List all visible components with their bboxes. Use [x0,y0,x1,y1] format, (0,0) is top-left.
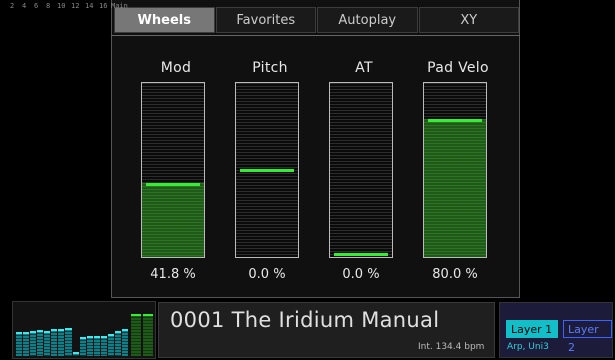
mixer-channel-bar [121,329,128,356]
mixer-channel-peak [37,330,44,332]
at-meter-title: AT [355,60,373,76]
pitch-meter-value: 0.0 % [248,267,286,282]
mixer-channel-bar [30,331,37,356]
mixer-channel-bar [58,329,65,356]
main-output-peak [131,314,141,316]
mixer-channel-label: 16 [99,2,108,10]
patch-name: 0001 The Iridium Manual [170,308,440,332]
tab-bar: Wheels Favorites Autoplay XY [114,7,519,33]
mixer-channel-label: 6 [34,2,39,10]
mod-meter-fill [142,183,204,257]
mixer-channel-bar [86,336,93,356]
mixer-channel-bar [65,328,72,356]
mixer-channel-peak [58,329,65,331]
mixer-channel-bar [51,329,58,356]
mixer-channel-bar [72,352,79,356]
mixer-channel-peak [51,329,58,331]
at-meter-level-line [334,253,388,256]
mixer-channel-peak [44,331,51,333]
tab-divider [111,35,520,36]
mixer-channel-bar [44,331,51,356]
tab-favorites[interactable]: Favorites [215,7,316,33]
pad-velo-meter-fill [424,119,486,257]
mixer-channel-label: 14 [85,2,94,10]
mixer-channel-bar [93,336,100,356]
layer-2-button[interactable]: Layer 2 [563,320,612,354]
mixer-channel-peak [121,329,128,331]
tab-xy[interactable]: XY [418,7,519,33]
mixer-channel-bar [79,337,86,356]
mixer-channel-label: 2 [10,2,15,10]
mixer-channel-peak [72,352,79,354]
mod-meter-box[interactable] [141,82,205,258]
pitch-meter-level-line [240,169,294,172]
tab-autoplay[interactable]: Autoplay [317,7,418,33]
pad-velo-meter-box[interactable] [423,82,487,258]
mixer-channel-bar [23,332,30,356]
mixer-channel-bar [37,330,44,356]
mixer-channel-label: 10 [57,2,66,10]
arp-status: Arp, Uni3 [507,342,549,352]
pad-velo-meter-value: 80.0 % [432,267,478,282]
mixer-channel-peak [93,336,100,338]
mixer-channel-bar [16,332,23,356]
mixer-channel-peak [65,328,72,330]
mixer-channel-peak [16,332,23,334]
mixer-channel-bar [100,336,107,356]
mixer-channel-label: 12 [71,2,80,10]
main-output-meter [131,310,153,356]
mixer-channel-peak [79,337,86,339]
pitch-meter-box[interactable] [235,82,299,258]
mixer-channel-peak [86,336,93,338]
mixer-channel-peak [30,331,37,333]
at-meter[interactable]: AT 0.0 % [329,59,399,282]
pad-velo-meter-title: Pad Velo [427,60,489,76]
mixer-channel-bars [16,322,128,356]
mixer-channel-bar [107,334,114,356]
mod-meter-level-line [146,183,200,186]
layer-1-button[interactable]: Layer 1 [506,320,558,338]
pitch-meter[interactable]: Pitch 0.0 % [235,59,305,282]
main-output-bar [131,314,141,356]
at-meter-box[interactable] [329,82,393,258]
main-output-peak [143,314,153,316]
pitch-meter-title: Pitch [252,60,288,76]
pad-velo-meter-level-line [428,119,482,122]
main-output-bar [143,314,153,356]
mod-meter-value: 41.8 % [150,267,196,282]
mixer-channel-labels: 2 4 6 8 10 12 14 16 Main [10,2,148,11]
mixer-channel-peak [107,334,114,336]
mixer-channel-peak [23,332,30,334]
mod-meter[interactable]: Mod 41.8 % [141,59,211,282]
mixer-channel-label: Main [111,2,128,10]
mod-meter-title: Mod [160,60,192,76]
mixer-channel-peak [114,331,121,333]
mixer-channel-label: 8 [46,2,51,10]
tempo-readout: Int. 134.4 bpm [418,342,485,352]
pad-velo-meter[interactable]: Pad Velo 80.0 % [423,59,493,282]
mixer-channel-bar [114,331,121,356]
at-meter-value: 0.0 % [342,267,380,282]
mixer-channel-label: 4 [22,2,27,10]
mixer-channel-peak [100,336,107,338]
